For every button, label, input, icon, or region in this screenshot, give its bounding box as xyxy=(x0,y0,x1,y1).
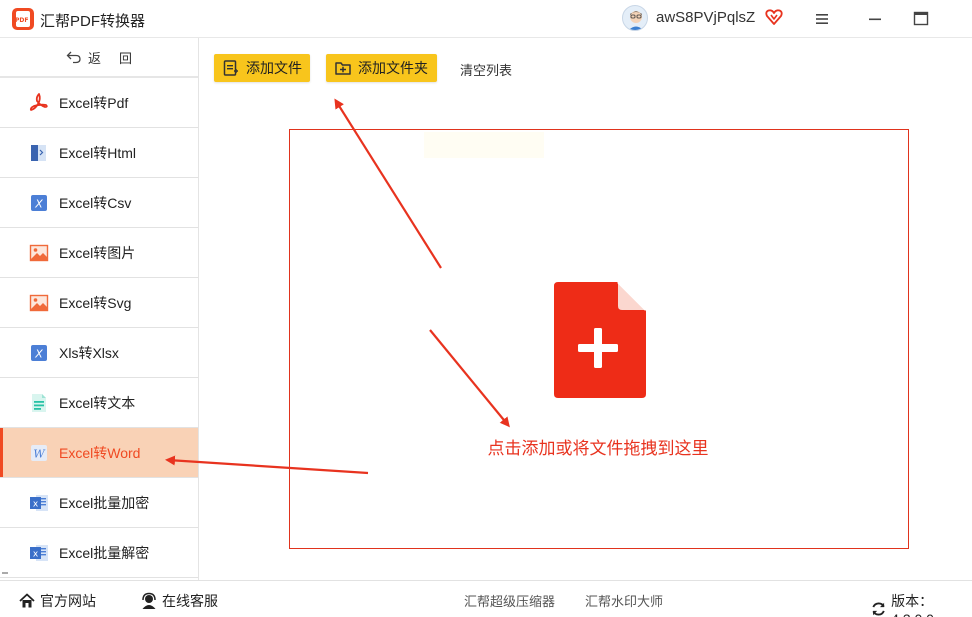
svg-text:x: x xyxy=(33,499,39,509)
add-file-button[interactable]: 添加文件 xyxy=(214,54,310,82)
sidebar-scrollbar[interactable] xyxy=(2,572,8,574)
app-logo-icon: PDF xyxy=(12,8,34,30)
app-logo-text: PDF xyxy=(15,17,29,24)
html-icon xyxy=(28,142,50,164)
sidebar-item-label: Excel转Svg xyxy=(59,294,132,311)
back-label: 返回 xyxy=(87,50,150,66)
excel-icon: x xyxy=(28,542,50,564)
drop-zone-hint: 点击添加或将文件拖拽到这里 xyxy=(487,439,709,458)
sidebar-item-excel-to-html[interactable]: Excel转Html xyxy=(0,128,198,178)
sidebar-item-label: Excel转图片 xyxy=(59,244,136,261)
sidebar-item-label: Excel转Word xyxy=(59,444,141,461)
svg-image-icon xyxy=(28,292,50,314)
menu-icon[interactable] xyxy=(808,6,836,32)
customer-service-icon xyxy=(142,592,156,609)
add-file-large-icon[interactable] xyxy=(554,281,647,398)
text-file-icon xyxy=(28,392,50,414)
back-arrow-icon xyxy=(66,51,81,64)
sidebar-item-excel-to-pdf[interactable]: Excel转Pdf xyxy=(0,78,198,128)
username[interactable]: awS8PVjPqlsZ xyxy=(656,9,755,26)
image-icon xyxy=(28,242,50,264)
official-site-label: 官方网站 xyxy=(40,593,96,609)
sidebar-item-label: Excel转Pdf xyxy=(59,94,129,111)
csv-icon: X xyxy=(28,192,50,214)
footer-bar: 官方网站 在线客服 汇帮超级压缩器 汇帮水印大师 版本：4.3.0.0 xyxy=(0,580,972,617)
refresh-icon xyxy=(872,602,885,616)
svg-text:X: X xyxy=(34,347,43,360)
word-icon: W xyxy=(28,442,50,464)
version-label: 版本：4.3.0.0 xyxy=(891,593,934,617)
version-info[interactable]: 版本：4.3.0.0 xyxy=(870,591,972,617)
add-file-label: 添加文件 xyxy=(246,60,302,76)
maximize-icon[interactable] xyxy=(907,6,935,32)
compressor-link[interactable]: 汇帮超级压缩器 xyxy=(464,591,555,610)
sidebar-item-excel-to-text[interactable]: Excel转文本 xyxy=(0,378,198,428)
svg-text:X: X xyxy=(34,197,43,210)
sidebar-item-excel-batch-encrypt[interactable]: x Excel批量加密 xyxy=(0,478,198,528)
sidebar-item-label: Excel转文本 xyxy=(59,394,136,411)
watermark-label: 汇帮水印大师 xyxy=(585,594,664,609)
svg-text:x: x xyxy=(33,549,39,559)
official-site-link[interactable]: 官方网站 xyxy=(18,591,96,611)
add-file-icon xyxy=(223,60,238,76)
sidebar: 返回 Excel转Pdf Excel转Html X Excel转Csv Exce… xyxy=(0,38,199,580)
avatar[interactable] xyxy=(622,5,648,31)
xlsx-icon: X xyxy=(28,342,50,364)
sidebar-item-label: Xls转Xlsx xyxy=(59,344,119,361)
sidebar-item-label: Excel批量解密 xyxy=(59,544,150,561)
sidebar-item-xls-to-xlsx[interactable]: X Xls转Xlsx xyxy=(0,328,198,378)
drop-zone-highlight xyxy=(424,132,544,158)
home-icon xyxy=(19,593,35,608)
vip-heart-icon[interactable] xyxy=(764,7,784,27)
sidebar-item-excel-to-word[interactable]: W Excel转Word xyxy=(0,428,198,478)
excel-icon: x xyxy=(28,492,50,514)
minimize-icon[interactable] xyxy=(861,6,889,32)
online-service-label: 在线客服 xyxy=(162,593,218,609)
sidebar-item-label: Excel转Csv xyxy=(59,194,132,211)
sidebar-item-excel-batch-decrypt[interactable]: x Excel批量解密 xyxy=(0,528,198,578)
sidebar-item-excel-to-svg[interactable]: Excel转Svg xyxy=(0,278,198,328)
watermark-link[interactable]: 汇帮水印大师 xyxy=(585,591,663,610)
sidebar-item-excel-to-image[interactable]: Excel转图片 xyxy=(0,228,198,278)
pdf-icon xyxy=(28,92,50,114)
online-service-link[interactable]: 在线客服 xyxy=(140,591,218,611)
add-folder-label: 添加文件夹 xyxy=(358,60,428,76)
add-folder-icon xyxy=(335,62,351,75)
sidebar-item-label: Excel批量加密 xyxy=(59,494,150,511)
sidebar-item-excel-to-csv[interactable]: X Excel转Csv xyxy=(0,178,198,228)
add-folder-button[interactable]: 添加文件夹 xyxy=(326,54,437,82)
app-title: 汇帮PDF转换器 xyxy=(40,13,146,30)
compressor-label: 汇帮超级压缩器 xyxy=(464,594,556,609)
svg-text:W: W xyxy=(33,447,46,460)
sidebar-item-label: Excel转Html xyxy=(59,144,137,161)
title-bar: PDF 汇帮PDF转换器 awS8PVjPqlsZ xyxy=(0,0,972,38)
back-button[interactable]: 返回 xyxy=(0,38,198,78)
conversion-list: Excel转Pdf Excel转Html X Excel转Csv Excel转图… xyxy=(0,78,198,578)
file-drop-zone[interactable]: 点击添加或将文件拖拽到这里 xyxy=(289,129,909,549)
clear-list-button[interactable]: 清空列表 xyxy=(460,60,512,79)
